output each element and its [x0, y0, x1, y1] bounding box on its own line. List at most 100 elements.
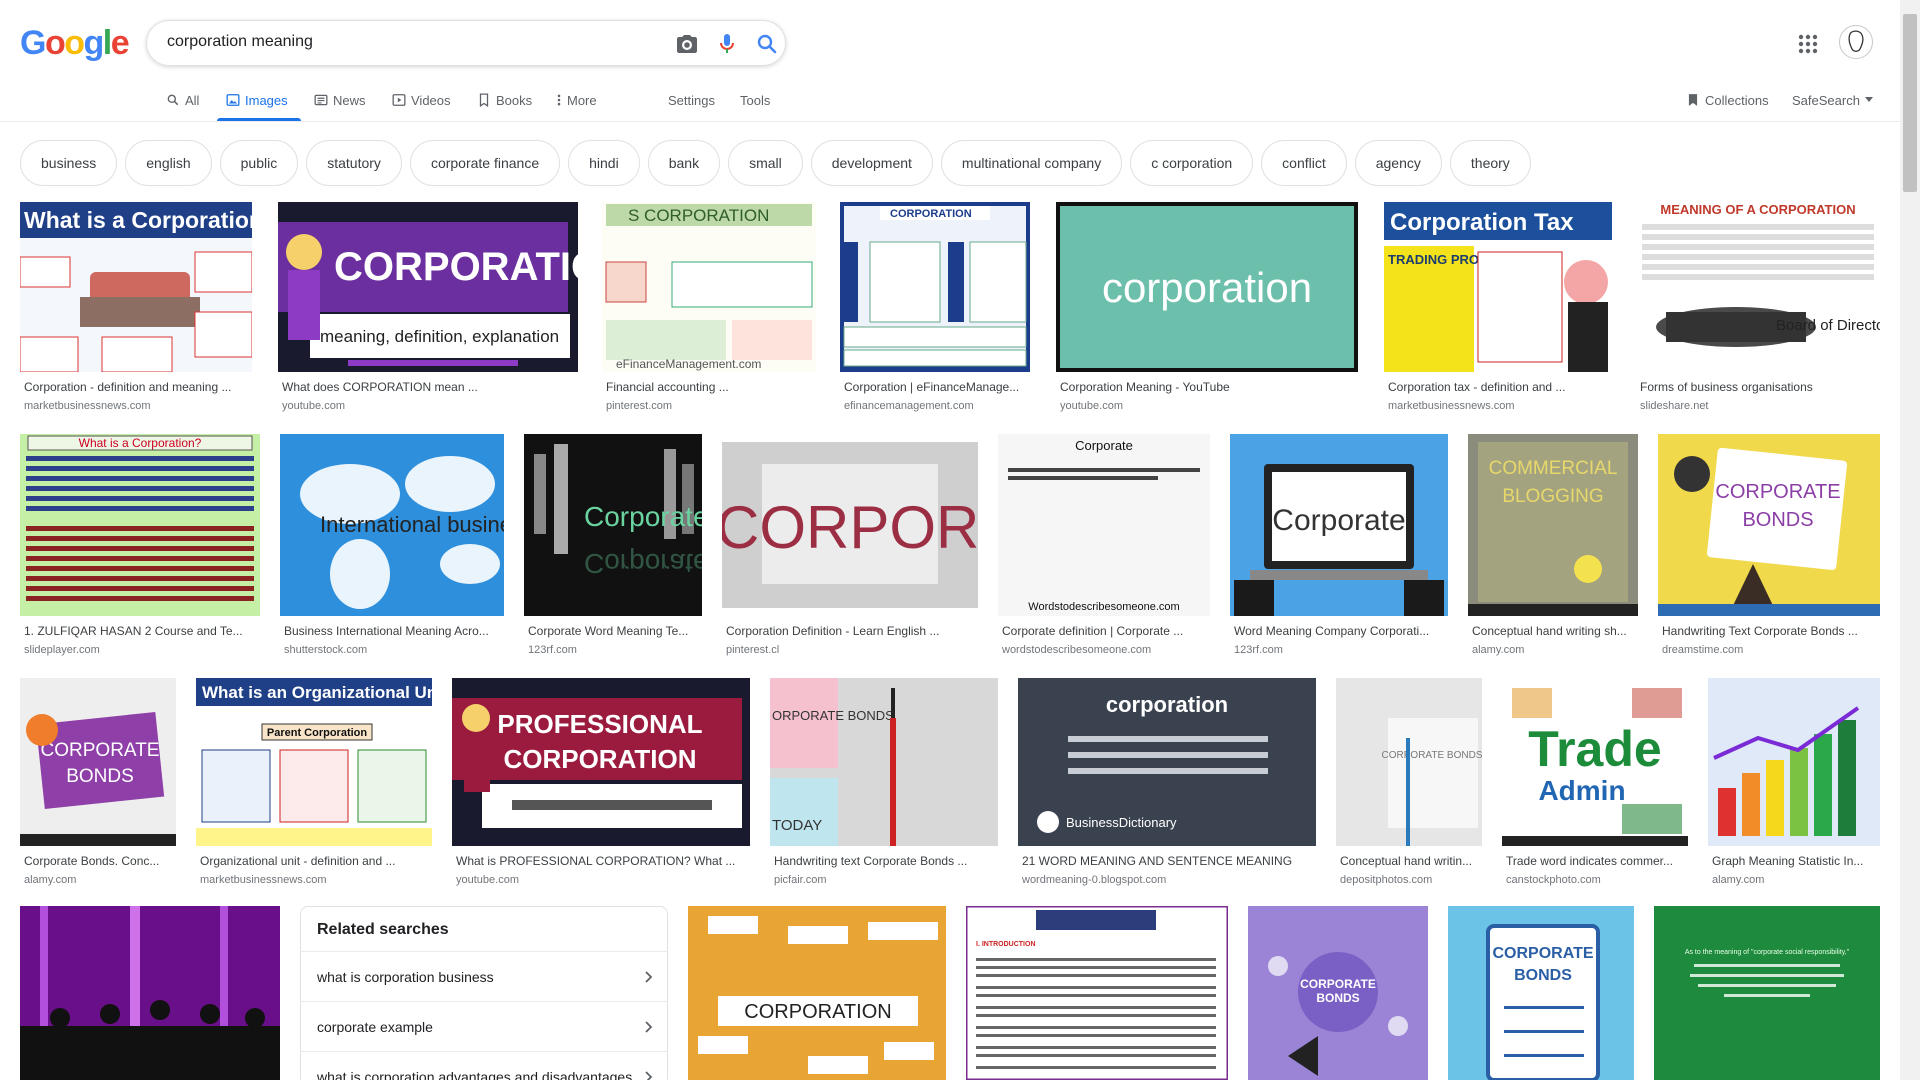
safesearch-label: SafeSearch: [1792, 92, 1860, 108]
result-title[interactable]: Handwriting text Corporate Bonds ...: [774, 854, 998, 868]
tab-settings[interactable]: Settings: [668, 90, 715, 110]
result-title[interactable]: 1. ZULFIQAR HASAN 2 Course and Te...: [24, 624, 260, 638]
result-source[interactable]: canstockphoto.com: [1506, 874, 1688, 886]
result-source[interactable]: wordmeaning-0.blogspot.com: [1022, 874, 1316, 886]
result-title[interactable]: Corporate definition | Corporate ...: [1002, 624, 1210, 638]
tab-news[interactable]: News: [314, 90, 366, 110]
result-title[interactable]: Corporation tax - definition and ...: [1388, 380, 1614, 394]
result-source[interactable]: picfair.com: [774, 874, 998, 886]
result-thumbnail: Corporate Wordstodescribesomeone.com: [998, 434, 1210, 616]
result-source[interactable]: 123rf.com: [528, 644, 704, 656]
result-title[interactable]: What is PROFESSIONAL CORPORATION? What .…: [456, 854, 750, 868]
microphone-icon[interactable]: [715, 32, 739, 56]
page-scrollbar[interactable]: [1900, 0, 1920, 1080]
result-title[interactable]: Corporate Bonds. Conc...: [24, 854, 176, 868]
result-thumbnail: As to the meaning of "corporate social r…: [1654, 906, 1880, 1080]
result-title[interactable]: Handwriting Text Corporate Bonds ...: [1662, 624, 1880, 638]
tab-tools[interactable]: Tools: [740, 90, 770, 110]
result-source[interactable]: marketbusinessnews.com: [1388, 400, 1614, 412]
result-thumbnail: corporation: [1056, 202, 1358, 372]
result-source[interactable]: pinterest.cl: [726, 644, 978, 656]
result-title[interactable]: Graph Meaning Statistic In...: [1712, 854, 1880, 868]
chevron-right-icon: [645, 1070, 653, 1080]
result-title[interactable]: Trade word indicates commer...: [1506, 854, 1688, 868]
result-source[interactable]: youtube.com: [282, 400, 572, 412]
google-logo[interactable]: Google: [20, 24, 130, 62]
result-thumbnail: CORPORATE BONDS: [1248, 906, 1428, 1080]
result-title[interactable]: Corporation - definition and meaning ...: [24, 380, 254, 394]
chip[interactable]: development: [810, 140, 933, 186]
result-source[interactable]: youtube.com: [456, 874, 750, 886]
chip[interactable]: hindi: [568, 140, 640, 186]
tab-videos[interactable]: Videos: [392, 90, 451, 110]
thumbnail-text: CORPORATE: [41, 740, 160, 761]
refinement-chips: business english public statutory corpor…: [20, 140, 1531, 186]
result-source[interactable]: 123rf.com: [1234, 644, 1448, 656]
chip[interactable]: small: [728, 140, 803, 186]
chip[interactable]: business: [20, 140, 118, 186]
chip[interactable]: theory: [1449, 140, 1531, 186]
result-title[interactable]: What does CORPORATION mean ...: [282, 380, 572, 394]
chip[interactable]: statutory: [306, 140, 402, 186]
thumbnail-subtext: BLOGGING: [1502, 486, 1603, 507]
tab-label: Settings: [668, 92, 715, 108]
related-search-item[interactable]: corporate example: [301, 1001, 667, 1051]
collections-button[interactable]: Collections: [1686, 90, 1769, 110]
account-avatar[interactable]: [1839, 25, 1873, 59]
result-source[interactable]: slideplayer.com: [24, 644, 260, 656]
result-title[interactable]: 21 WORD MEANING AND SENTENCE MEANING: [1022, 854, 1316, 868]
chip[interactable]: bank: [647, 140, 721, 186]
search-icon[interactable]: [755, 32, 779, 56]
result-source[interactable]: alamy.com: [1712, 874, 1880, 886]
chip[interactable]: multinational company: [940, 140, 1123, 186]
scrollbar-thumb[interactable]: [1903, 14, 1917, 192]
result-title[interactable]: Corporation | eFinanceManage...: [844, 380, 1032, 394]
result-title[interactable]: Organizational unit - definition and ...: [200, 854, 432, 868]
tab-books[interactable]: Books: [477, 90, 532, 110]
result-thumbnail: S CORPORATION eFinanceManagement.com: [602, 202, 816, 372]
chip[interactable]: conflict: [1261, 140, 1347, 186]
related-search-item[interactable]: what is corporation advantages and disad…: [301, 1051, 667, 1080]
chip[interactable]: public: [219, 140, 299, 186]
result-title[interactable]: Conceptual hand writin...: [1340, 854, 1482, 868]
result-title[interactable]: Forms of business organisations: [1640, 380, 1880, 394]
result-thumbnail: [1708, 678, 1880, 846]
camera-icon[interactable]: [675, 32, 699, 56]
result-source[interactable]: depositphotos.com: [1340, 874, 1482, 886]
result-source[interactable]: marketbusinessnews.com: [200, 874, 432, 886]
logo-letter: G: [20, 24, 46, 62]
result-source[interactable]: efinancemanagement.com: [844, 400, 1032, 412]
result-source[interactable]: alamy.com: [24, 874, 176, 886]
google-apps-icon[interactable]: [1796, 32, 1820, 56]
result-source[interactable]: alamy.com: [1472, 644, 1638, 656]
related-search-item[interactable]: what is corporation business: [301, 951, 667, 1001]
result-source[interactable]: shutterstock.com: [284, 644, 504, 656]
result-title[interactable]: Business International Meaning Acro...: [284, 624, 504, 638]
result-title[interactable]: Corporation Definition - Learn English .…: [726, 624, 978, 638]
tab-images[interactable]: Images: [226, 90, 288, 110]
chip[interactable]: c corporation: [1130, 140, 1254, 186]
search-input[interactable]: [167, 33, 647, 51]
result-thumbnail: International business: [280, 434, 504, 616]
result-source[interactable]: wordstodescribesomeone.com: [1002, 644, 1210, 656]
result-title[interactable]: Word Meaning Company Corporati...: [1234, 624, 1448, 638]
result-source[interactable]: marketbusinessnews.com: [24, 400, 254, 412]
safesearch-button[interactable]: SafeSearch: [1792, 90, 1873, 110]
result-title[interactable]: Conceptual hand writing sh...: [1472, 624, 1638, 638]
result-source[interactable]: youtube.com: [1060, 400, 1356, 412]
thumbnail-text: CORPORATE: [1300, 977, 1376, 991]
result-source[interactable]: dreamstime.com: [1662, 644, 1880, 656]
chip[interactable]: agency: [1354, 140, 1442, 186]
chip[interactable]: corporate finance: [409, 140, 561, 186]
result-title[interactable]: Financial accounting ...: [606, 380, 816, 394]
result-title[interactable]: Corporate Word Meaning Te...: [528, 624, 704, 638]
tab-more[interactable]: More: [556, 90, 597, 110]
tab-all[interactable]: All: [166, 90, 199, 110]
chip[interactable]: english: [125, 140, 212, 186]
thumbnail-subtext: Admin: [1538, 775, 1625, 806]
result-title[interactable]: Corporation Meaning - YouTube: [1060, 380, 1356, 394]
result-source[interactable]: slideshare.net: [1640, 400, 1880, 412]
result-source[interactable]: pinterest.com: [606, 400, 816, 412]
thumbnail-text: PROFESSIONAL: [497, 709, 702, 739]
tab-label: All: [185, 92, 200, 108]
